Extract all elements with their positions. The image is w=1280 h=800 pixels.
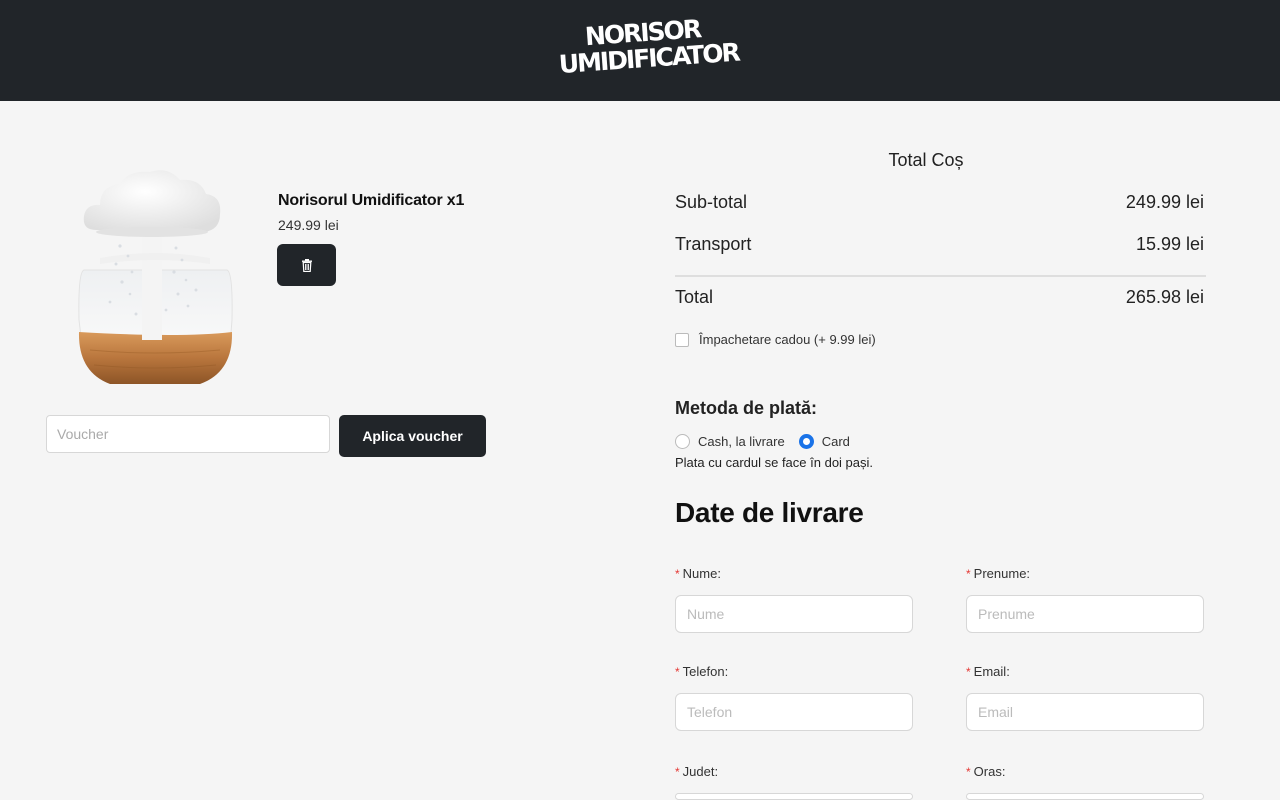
payment-option-cash[interactable]: Cash, la livrare [675,434,785,449]
cash-label: Cash, la livrare [698,434,785,449]
last-name-input[interactable] [675,595,913,633]
summary-divider [675,275,1206,277]
product-name: Norisorul Umidificator x1 [278,192,465,209]
payment-option-card[interactable]: Card [798,434,850,449]
gift-wrap-option[interactable]: Împachetare cadou (+ 9.99 lei) [675,332,876,347]
payment-method-title: Metoda de plată: [675,398,818,418]
county-input[interactable] [675,793,913,800]
shipping-details-title: Date de livrare [675,497,864,528]
county-label: * Judet: [675,764,719,779]
total-value: 265.98 lei [1125,287,1204,307]
product-image [78,170,233,384]
payment-options: Cash, la livrare Card [675,434,864,449]
payment-note: Plata cu cardul se face în doi pași. [675,455,874,470]
required-mark: * [966,764,971,779]
card-radio[interactable] [798,434,814,449]
cart-total-title: Total Coș [888,150,964,170]
remove-item-button[interactable] [277,244,336,286]
voucher-input[interactable] [46,415,330,453]
site-header: Norisor Umidificator [0,0,1280,101]
shipping-cost-row: Transport 15.99 lei [675,234,1204,255]
subtotal-value: 249.99 lei [1125,192,1204,212]
product-price: 249.99 lei [278,217,339,233]
subtotal-row: Sub-total 249.99 lei [675,192,1204,213]
logo[interactable]: Norisor Umidificator [556,14,740,84]
email-input[interactable] [966,693,1204,731]
shipping-cost-value: 15.99 lei [1135,234,1204,254]
total-row: Total 265.98 lei [675,287,1204,308]
first-name-label: * Nume: [675,566,721,581]
first-name-label-2: * Prenume: [966,566,1031,581]
required-mark: * [675,566,680,581]
trash-icon [301,258,312,272]
required-mark: * [966,566,971,581]
phone-input[interactable] [675,693,913,731]
required-mark: * [675,764,680,779]
shipping-cost-label: Transport [675,234,752,254]
card-label: Card [821,434,850,449]
city-input[interactable] [966,793,1204,800]
email-label: * Email: [966,664,1010,679]
apply-voucher-button[interactable]: Aplica voucher [339,415,486,457]
total-label: Total [675,287,714,307]
city-label: * Oras: [966,764,1006,779]
first-name-input[interactable] [966,595,1204,633]
gift-wrap-label: Împachetare cadou (+ 9.99 lei) [699,332,876,347]
required-mark: * [966,664,971,679]
gift-wrap-checkbox[interactable] [675,332,689,347]
required-mark: * [675,664,680,679]
subtotal-label: Sub-total [675,192,748,212]
phone-label: * Telefon: [675,664,729,679]
cash-radio[interactable] [675,434,690,449]
